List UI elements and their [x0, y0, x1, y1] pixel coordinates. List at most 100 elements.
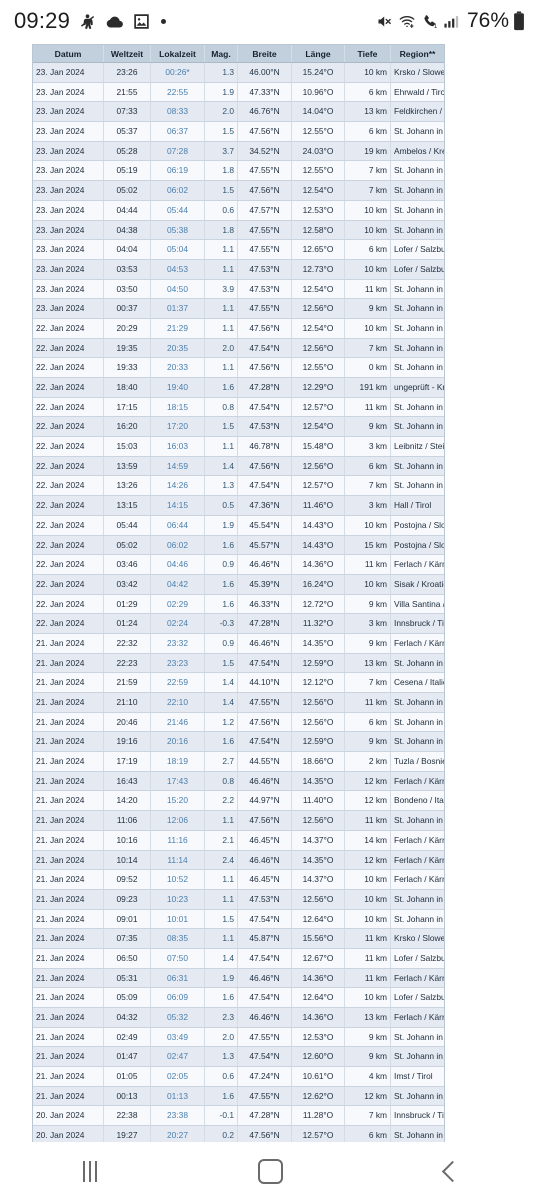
cell-lokalzeit[interactable]: 20:35: [150, 338, 205, 359]
column-header-weltzeit[interactable]: Weltzeit: [103, 45, 151, 63]
table-row[interactable]: 21. Jan 2024 14:20 15:20 2.2 44.97°N 11.40°O 1…: [33, 790, 444, 812]
cell-lokalzeit[interactable]: 02:05: [150, 1066, 205, 1087]
cell-lokalzeit[interactable]: 20:33: [150, 357, 205, 378]
recents-button[interactable]: [30, 1142, 150, 1200]
table-row[interactable]: 22. Jan 2024 01:29 02:29 1.6 46.33°N 12.72°O 9…: [33, 594, 444, 615]
table-row[interactable]: 21. Jan 2024 10:14 11:14 2.4 46.46°N 14.35°O 1…: [33, 850, 444, 871]
column-header-mag[interactable]: Mag.: [204, 45, 238, 63]
cell-lokalzeit[interactable]: 06:02: [150, 180, 205, 201]
back-button[interactable]: [390, 1142, 510, 1200]
cell-lokalzeit[interactable]: 07:50: [150, 948, 205, 969]
table-row[interactable]: 21. Jan 2024 21:10 22:10 1.4 47.55°N 12.56°O 1…: [33, 692, 444, 713]
table-row[interactable]: 21. Jan 2024 20:46 21:46 1.2 47.56°N 12.56°O 6…: [33, 712, 444, 733]
table-row[interactable]: 22. Jan 2024 19:33 20:33 1.1 47.56°N 12.55°O 0…: [33, 357, 444, 378]
table-row[interactable]: 21. Jan 2024 09:52 10:52 1.1 46.45°N 14.37°O 1…: [33, 869, 444, 890]
table-row[interactable]: 22. Jan 2024 01:24 02:24 -0.3 47.28°N 11.32°O…: [33, 613, 444, 634]
cell-lokalzeit[interactable]: 04:53: [150, 259, 205, 280]
table-row[interactable]: 21. Jan 2024 10:16 11:16 2.1 46.45°N 14.37°O 1…: [33, 830, 444, 851]
cell-lokalzeit[interactable]: 06:37: [150, 121, 205, 142]
cell-lokalzeit[interactable]: 05:32: [150, 1007, 205, 1028]
table-row[interactable]: 21. Jan 2024 01:47 02:47 1.3 47.54°N 12.60°O 9…: [33, 1046, 444, 1068]
cell-lokalzeit[interactable]: 18:15: [150, 397, 205, 418]
table-row[interactable]: 23. Jan 2024 05:02 06:02 1.5 47.56°N 12.54°O 7…: [33, 180, 444, 201]
table-row[interactable]: 22. Jan 2024 13:59 14:59 1.4 47.56°N 12.56°O 6…: [33, 456, 444, 477]
table-row[interactable]: 21. Jan 2024 11:06 12:06 1.1 47.56°N 12.56°O 1…: [33, 810, 444, 831]
table-row[interactable]: 21. Jan 2024 09:23 10:23 1.1 47.53°N 12.56°O 1…: [33, 889, 444, 910]
table-row[interactable]: 21. Jan 2024 17:19 18:19 2.7 44.55°N 18.66°O 2…: [33, 751, 444, 772]
cell-lokalzeit[interactable]: 07:28: [150, 141, 205, 162]
cell-lokalzeit[interactable]: 16:03: [150, 436, 205, 457]
column-header-region[interactable]: Region**: [390, 45, 444, 63]
cell-lokalzeit[interactable]: 22:59: [150, 672, 205, 693]
cell-lokalzeit[interactable]: 02:47: [150, 1046, 205, 1068]
cell-lokalzeit[interactable]: 05:04: [150, 239, 205, 260]
table-row[interactable]: 23. Jan 2024 23:26 00:26* 1.3 46.00°N 15.24°O…: [33, 62, 444, 83]
home-button[interactable]: [210, 1142, 330, 1200]
table-row[interactable]: 22. Jan 2024 13:15 14:15 0.5 47.36°N 11.46°O 3…: [33, 495, 444, 516]
cell-lokalzeit[interactable]: 10:23: [150, 889, 205, 910]
column-header-breite[interactable]: Breite: [237, 45, 292, 63]
cell-lokalzeit[interactable]: 00:26*: [150, 62, 205, 83]
cell-lokalzeit[interactable]: 08:35: [150, 928, 205, 949]
table-row[interactable]: 23. Jan 2024 00:37 01:37 1.1 47.55°N 12.56°O 9…: [33, 298, 444, 319]
table-row[interactable]: 23. Jan 2024 05:19 06:19 1.8 47.55°N 12.55°O 7…: [33, 160, 444, 182]
table-row[interactable]: 22. Jan 2024 15:03 16:03 1.1 46.78°N 15.48°O 3…: [33, 436, 444, 457]
cell-lokalzeit[interactable]: 08:33: [150, 101, 205, 123]
table-row[interactable]: 22. Jan 2024 17:15 18:15 0.8 47.54°N 12.57°O 1…: [33, 397, 444, 418]
table-row[interactable]: 20. Jan 2024 22:38 23:38 -0.1 47.28°N 11.28°O…: [33, 1105, 444, 1127]
table-row[interactable]: 21. Jan 2024 22:23 23:23 1.5 47.54°N 12.59°O 1…: [33, 653, 444, 674]
cell-lokalzeit[interactable]: 20:16: [150, 731, 205, 753]
table-row[interactable]: 23. Jan 2024 05:37 06:37 1.5 47.56°N 12.55°O 6…: [33, 121, 444, 142]
cell-lokalzeit[interactable]: 02:24: [150, 613, 205, 634]
table-row[interactable]: 21. Jan 2024 07:35 08:35 1.1 45.87°N 15.56°O 1…: [33, 928, 444, 949]
table-row[interactable]: 23. Jan 2024 04:38 05:38 1.8 47.55°N 12.58°O 1…: [33, 220, 444, 241]
cell-lokalzeit[interactable]: 10:52: [150, 869, 205, 890]
cell-lokalzeit[interactable]: 19:40: [150, 377, 205, 398]
cell-lokalzeit[interactable]: 06:44: [150, 515, 205, 536]
cell-lokalzeit[interactable]: 05:44: [150, 200, 205, 221]
cell-lokalzeit[interactable]: 01:13: [150, 1086, 205, 1107]
cell-lokalzeit[interactable]: 23:38: [150, 1105, 205, 1127]
cell-lokalzeit[interactable]: 18:19: [150, 751, 205, 772]
cell-lokalzeit[interactable]: 14:59: [150, 456, 205, 477]
cell-lokalzeit[interactable]: 12:06: [150, 810, 205, 831]
table-row[interactable]: 22. Jan 2024 16:20 17:20 1.5 47.53°N 12.54°O 9…: [33, 416, 444, 438]
table-row[interactable]: 23. Jan 2024 04:44 05:44 0.6 47.57°N 12.53°O 1…: [33, 200, 444, 221]
column-header-lokalzeit[interactable]: Lokalzeit: [150, 45, 205, 63]
column-header-laenge[interactable]: Länge: [291, 45, 345, 63]
cell-lokalzeit[interactable]: 22:55: [150, 82, 205, 103]
cell-lokalzeit[interactable]: 02:29: [150, 594, 205, 615]
cell-lokalzeit[interactable]: 23:23: [150, 653, 205, 674]
cell-lokalzeit[interactable]: 04:46: [150, 554, 205, 575]
table-row[interactable]: 23. Jan 2024 04:04 05:04 1.1 47.55°N 12.65°O 6…: [33, 239, 444, 260]
table-row[interactable]: 21. Jan 2024 21:59 22:59 1.4 44.10°N 12.12°O 7…: [33, 672, 444, 693]
cell-lokalzeit[interactable]: 11:16: [150, 830, 205, 851]
table-row[interactable]: 21. Jan 2024 01:05 02:05 0.6 47.24°N 10.61°O 4…: [33, 1066, 444, 1087]
table-row[interactable]: 21. Jan 2024 16:43 17:43 0.8 46.46°N 14.35°O 1…: [33, 771, 444, 792]
cell-lokalzeit[interactable]: 10:01: [150, 909, 205, 930]
cell-lokalzeit[interactable]: 22:10: [150, 692, 205, 713]
table-row[interactable]: 21. Jan 2024 04:32 05:32 2.3 46.46°N 14.36°O 1…: [33, 1007, 444, 1028]
cell-lokalzeit[interactable]: 21:29: [150, 318, 205, 339]
cell-lokalzeit[interactable]: 14:26: [150, 475, 205, 497]
table-row[interactable]: 22. Jan 2024 19:35 20:35 2.0 47.54°N 12.56°O 7…: [33, 338, 444, 359]
cell-lokalzeit[interactable]: 20:27: [150, 1125, 205, 1142]
cell-lokalzeit[interactable]: 05:38: [150, 220, 205, 241]
table-row[interactable]: 22. Jan 2024 05:02 06:02 1.6 45.57°N 14.43°O 1…: [33, 535, 444, 556]
table-row[interactable]: 21. Jan 2024 00:13 01:13 1.6 47.55°N 12.62°O 1…: [33, 1086, 444, 1107]
cell-lokalzeit[interactable]: 14:15: [150, 495, 205, 516]
table-row[interactable]: 23. Jan 2024 07:33 08:33 2.0 46.76°N 14.04°O 1…: [33, 101, 444, 123]
cell-lokalzeit[interactable]: 03:49: [150, 1027, 205, 1048]
cell-lokalzeit[interactable]: 21:46: [150, 712, 205, 733]
table-row[interactable]: 21. Jan 2024 22:32 23:32 0.9 46.46°N 14.35°O 9…: [33, 633, 444, 654]
earthquake-table-container[interactable]: Datum Weltzeit Lokalzeit Mag. Breite Län…: [32, 44, 445, 1142]
table-row[interactable]: 21. Jan 2024 19:16 20:16 1.6 47.54°N 12.59°O 9…: [33, 731, 444, 753]
cell-lokalzeit[interactable]: 17:20: [150, 416, 205, 438]
table-row[interactable]: 21. Jan 2024 02:49 03:49 2.0 47.55°N 12.53°O 9…: [33, 1027, 444, 1048]
table-row[interactable]: 22. Jan 2024 05:44 06:44 1.9 45.54°N 14.43°O 1…: [33, 515, 444, 536]
table-row[interactable]: 20. Jan 2024 19:27 20:27 0.2 47.56°N 12.57°O 6…: [33, 1125, 444, 1142]
cell-lokalzeit[interactable]: 23:32: [150, 633, 205, 654]
table-row[interactable]: 21. Jan 2024 05:31 06:31 1.9 46.46°N 14.36°O 1…: [33, 968, 444, 989]
cell-lokalzeit[interactable]: 11:14: [150, 850, 205, 871]
table-row[interactable]: 23. Jan 2024 03:53 04:53 1.1 47.53°N 12.73°O 1…: [33, 259, 444, 280]
